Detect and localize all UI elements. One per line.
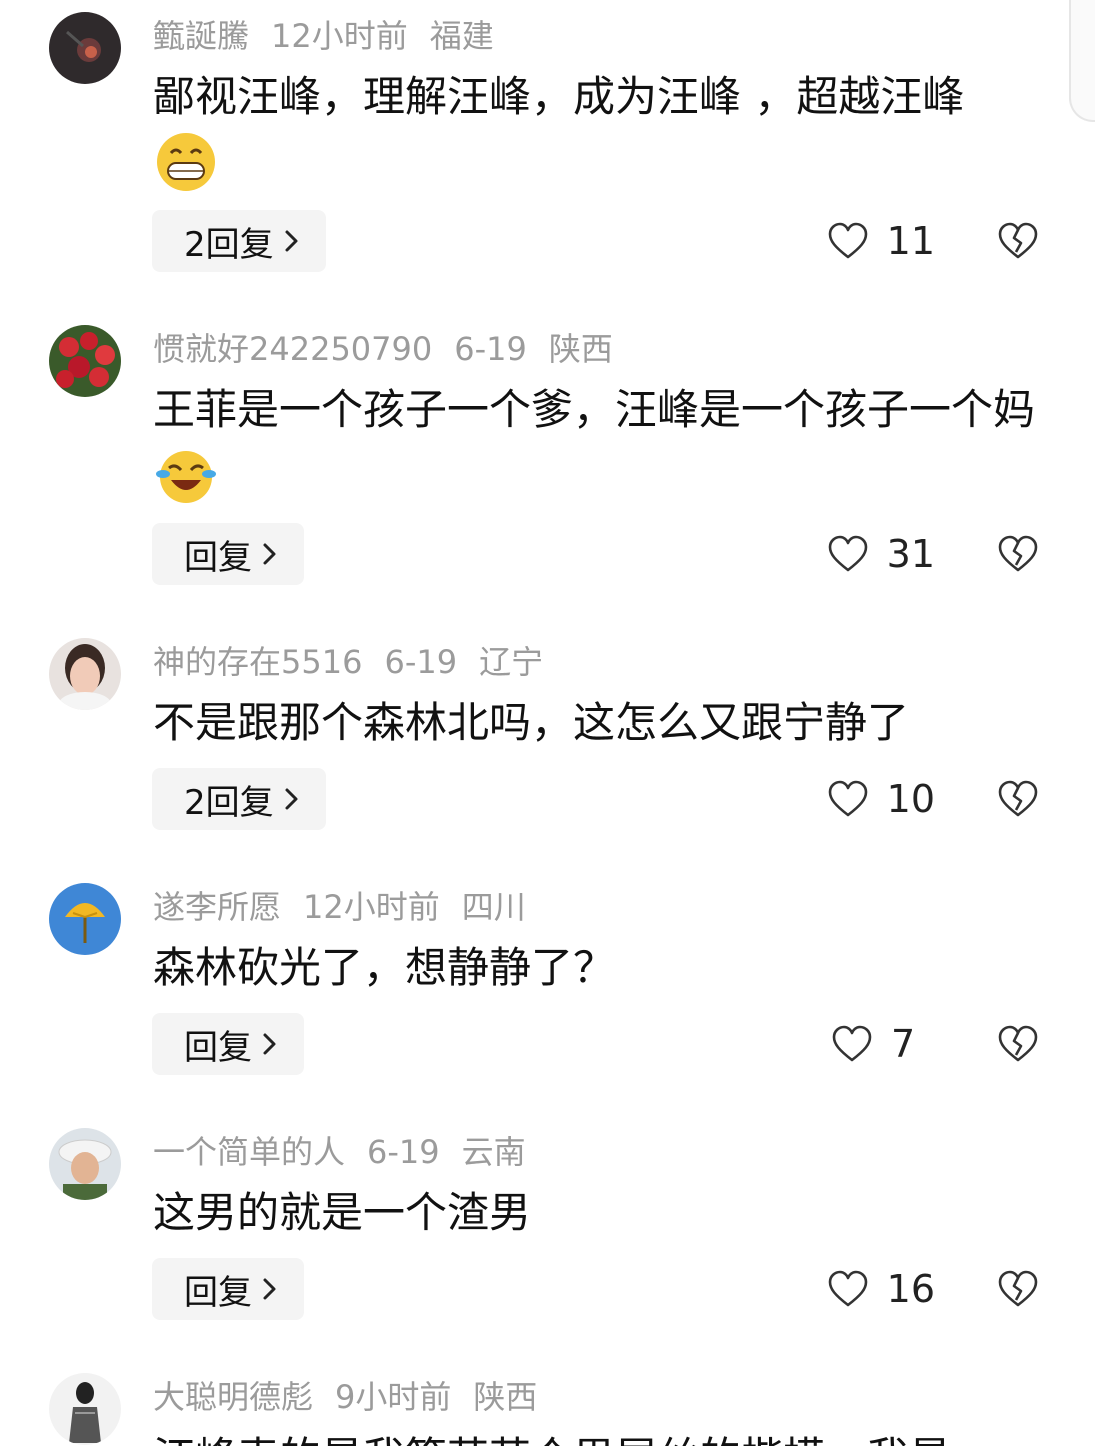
reply-label: 回复 [184, 1027, 252, 1068]
avatar[interactable] [49, 12, 121, 84]
comment-item: 籈誕騰 12小时前 福建 鄙视汪峰，理解汪峰，成为汪峰 ，超越汪峰 2回复 11 [0, 0, 1095, 310]
chevron-right-icon [263, 1033, 276, 1055]
broken-heart-icon[interactable] [997, 221, 1039, 261]
timestamp: 6-19 [454, 330, 527, 368]
username[interactable]: 神的存在5516 [153, 643, 362, 681]
avatar[interactable] [49, 638, 121, 710]
reply-label: 回复 [184, 1272, 252, 1313]
chevron-right-icon [285, 788, 298, 810]
heart-outline-icon [828, 1270, 867, 1307]
reply-label: 2回复 [184, 782, 274, 823]
comment-body: 这男的就是一个渣男 [153, 1188, 532, 1237]
comment-item: 惯就好242250790 6-19 陕西 王菲是一个孩子一个爹，汪峰是一个孩子一个妈… [0, 313, 1095, 623]
location: 云南 [461, 1133, 526, 1171]
reply-label: 回复 [184, 537, 252, 578]
comment-body: 鄙视汪峰，理解汪峰，成为汪峰 ，超越汪峰 [153, 72, 965, 121]
like-count: 31 [886, 532, 935, 576]
timestamp: 12小时前 [271, 17, 408, 55]
grin-emoji-icon [157, 132, 215, 191]
location: 陕西 [473, 1378, 538, 1416]
broken-heart-icon[interactable] [997, 534, 1039, 574]
location: 陕西 [548, 330, 613, 368]
comment-meta: 神的存在5516 6-19 辽宁 [153, 640, 565, 684]
comment-body: 王菲是一个孩子一个爹，汪峰是一个孩子一个妈 [153, 385, 1036, 434]
comment-body: 森林砍光了，想静静了？ [153, 943, 616, 992]
comment-meta: 遂李所愿 12小时前 四川 [153, 885, 548, 929]
heart-outline-icon [828, 222, 867, 259]
comment-text: 鄙视汪峰，理解汪峰，成为汪峰 ，超越汪峰 [153, 66, 1043, 193]
comment-text: 不是跟那个森林北吗，这怎么又跟宁静了 [153, 692, 1043, 754]
reply-button[interactable]: 回复 [152, 1258, 304, 1320]
timestamp: 6-19 [384, 643, 458, 681]
avatar[interactable] [49, 325, 121, 397]
like-count: 7 [891, 1022, 916, 1066]
like-button[interactable]: 10 [827, 768, 935, 830]
like-button[interactable]: 7 [831, 1013, 935, 1075]
like-button[interactable]: 31 [827, 523, 935, 585]
reply-button[interactable]: 回复 [152, 1013, 304, 1075]
comment-meta: 大聪明德彪 9小时前 陕西 [153, 1375, 559, 1419]
like-count: 11 [886, 219, 935, 263]
timestamp: 12小时前 [303, 888, 440, 926]
comment-text: 这男的就是一个渣男 [153, 1182, 1043, 1244]
reply-button[interactable]: 回复 [152, 523, 304, 585]
heart-outline-icon [828, 535, 867, 572]
timestamp: 9小时前 [335, 1378, 452, 1416]
comment-body: 汪峰表的是我等芸芸众男屌丝的楷模，我是 [153, 1433, 951, 1446]
avatar[interactable] [49, 883, 121, 955]
username[interactable]: 遂李所愿 [153, 888, 281, 926]
username[interactable]: 大聪明德彪 [153, 1378, 313, 1416]
timestamp: 6-19 [367, 1133, 440, 1171]
heart-outline-icon [828, 780, 867, 817]
comment-text: 汪峰表的是我等芸芸众男屌丝的楷模，我是 [153, 1427, 1043, 1446]
username[interactable]: 籈誕騰 [153, 17, 249, 55]
avatar[interactable] [49, 1128, 121, 1200]
like-button[interactable]: 11 [827, 210, 935, 272]
username[interactable]: 惯就好242250790 [153, 330, 432, 368]
comment-text: 森林砍光了，想静静了？ [153, 937, 1043, 999]
chevron-right-icon [285, 230, 298, 252]
username[interactable]: 一个简单的人 [153, 1133, 345, 1171]
comment-text: 王菲是一个孩子一个爹，汪峰是一个孩子一个妈 [153, 379, 1043, 506]
chevron-right-icon [263, 543, 276, 565]
laugh-cry-emoji-icon [156, 450, 216, 503]
location: 福建 [429, 17, 494, 55]
comment-meta: 惯就好242250790 6-19 陕西 [153, 327, 635, 371]
like-count: 16 [886, 1267, 935, 1311]
broken-heart-icon[interactable] [997, 779, 1039, 819]
location: 四川 [461, 888, 526, 926]
broken-heart-icon[interactable] [997, 1024, 1039, 1064]
reply-button[interactable]: 2回复 [152, 768, 326, 830]
heart-outline-icon [832, 1025, 872, 1062]
location: 辽宁 [479, 643, 544, 681]
reply-button[interactable]: 2回复 [152, 210, 326, 272]
chevron-right-icon [263, 1278, 276, 1300]
avatar[interactable] [49, 1373, 121, 1445]
comment-body: 不是跟那个森林北吗，这怎么又跟宁静了 [153, 698, 910, 747]
comment-meta: 籈誕騰 12小时前 福建 [153, 14, 516, 58]
broken-heart-icon[interactable] [997, 1269, 1039, 1309]
comment-item: 大聪明德彪 9小时前陕西 汪峰表的是我等芸芸众男屌丝的楷模，我是 [0, 1361, 1095, 1446]
like-count: 10 [886, 777, 935, 821]
reply-label: 2回复 [184, 224, 274, 265]
comment-meta: 一个简单的人 6-19 云南 [153, 1130, 548, 1174]
like-button[interactable]: 16 [827, 1258, 935, 1320]
